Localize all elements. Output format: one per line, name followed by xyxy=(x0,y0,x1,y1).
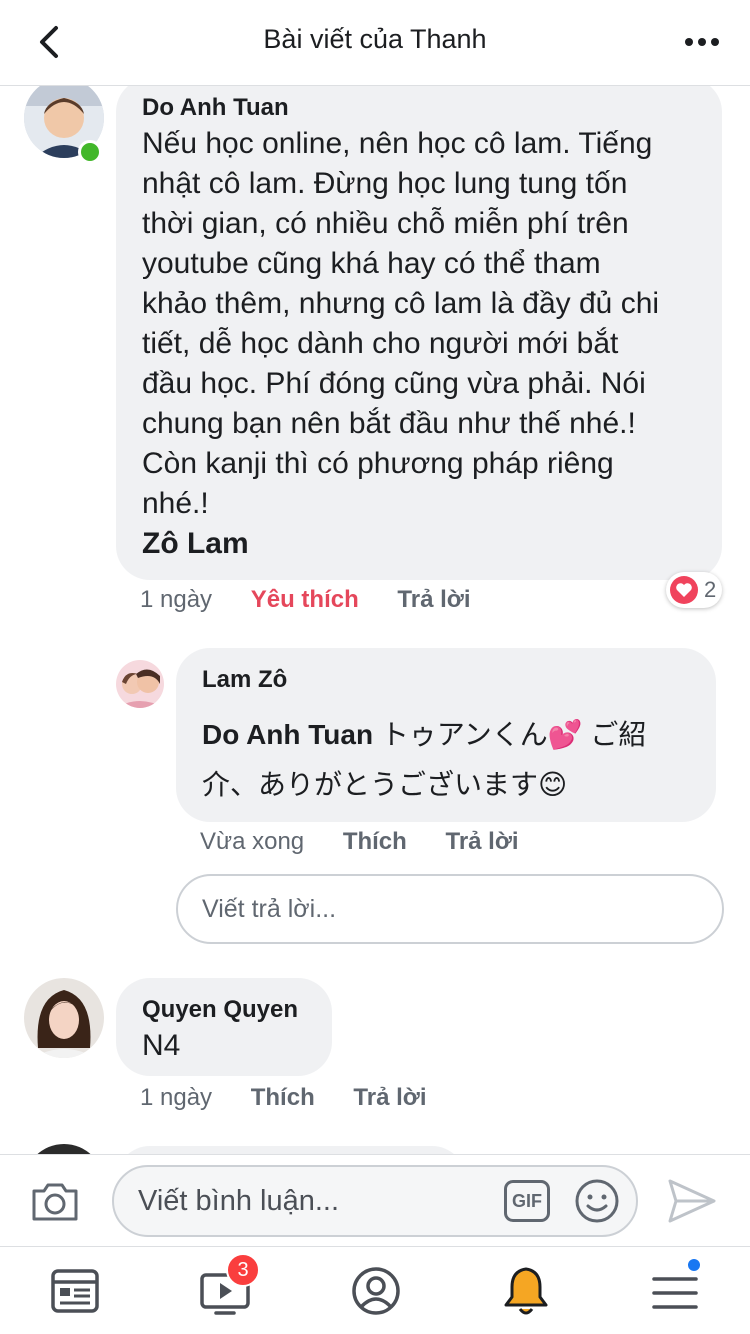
smiley-icon[interactable] xyxy=(574,1178,620,1224)
gif-button[interactable]: GIF xyxy=(504,1180,550,1222)
reply-button[interactable]: Trả lời xyxy=(397,586,470,613)
reaction-count[interactable]: 2 xyxy=(666,572,723,608)
bottom-tab-bar: 3 xyxy=(0,1246,750,1334)
comment-text: Nếu học online, nên học cô lam. Tiếng nh… xyxy=(142,124,712,564)
tab-notifications[interactable] xyxy=(498,1263,554,1319)
avatar-photo xyxy=(24,978,104,1058)
avatar[interactable] xyxy=(24,978,104,1058)
heart-icon xyxy=(670,576,698,604)
comment-bubble[interactable]: Quyen Quyen N4 xyxy=(116,978,332,1076)
comment-actions: 1 ngày Yêu thích Trả lời xyxy=(140,586,503,614)
camera-icon[interactable] xyxy=(30,1179,80,1223)
notification-badge: 3 xyxy=(226,1253,260,1287)
comment-time: 1 ngày xyxy=(140,1084,213,1111)
reply-actions: Vừa xong Thích Trả lời xyxy=(200,828,551,856)
comment-input[interactable]: Viết bình luận... GIF xyxy=(112,1165,638,1237)
reply-button[interactable]: Trả lời xyxy=(353,1084,426,1111)
new-indicator-dot xyxy=(686,1257,702,1273)
comment-author[interactable]: Quyen Quyen xyxy=(142,996,298,1024)
top-nav-bar: Bài viết của Thanh xyxy=(0,0,750,86)
avatar[interactable] xyxy=(116,660,164,708)
mention-link[interactable]: Do Anh Tuan xyxy=(202,719,373,750)
news-feed-icon xyxy=(51,1269,99,1313)
comment-composer: Viết bình luận... GIF xyxy=(0,1154,750,1246)
page-title: Bài viết của Thanh xyxy=(263,24,487,54)
reply-text: Do Anh Tuan トゥアンくん💕 ご紹 介、ありがとうございます😊 xyxy=(202,719,647,800)
online-status-dot xyxy=(78,140,102,164)
reply-bubble[interactable]: Lam Zô Do Anh Tuan トゥアンくん💕 ご紹 介、ありがとうござい… xyxy=(176,648,716,822)
tab-menu[interactable] xyxy=(648,1257,704,1319)
like-button[interactable]: Yêu thích xyxy=(251,586,359,613)
avatar[interactable] xyxy=(24,1144,104,1154)
notifications-icon xyxy=(504,1267,548,1315)
comment-author[interactable]: Do Anh Tuan xyxy=(142,94,289,122)
more-dots-icon[interactable] xyxy=(682,24,722,60)
comment-text: N4 xyxy=(142,1029,181,1062)
mention-link[interactable]: Zô Lam xyxy=(142,524,712,564)
reply-input[interactable]: Viết trả lời... xyxy=(176,874,724,944)
tab-watch[interactable]: 3 xyxy=(198,1253,260,1319)
tab-profile[interactable] xyxy=(348,1263,404,1319)
like-button[interactable]: Thích xyxy=(343,828,407,855)
comment-bubble[interactable]: Do Anh Tuan Nếu học online, nên học cô l… xyxy=(116,86,722,580)
comments-list: Do Anh Tuan Nếu học online, nên học cô l… xyxy=(0,86,750,1154)
tab-news-feed[interactable] xyxy=(48,1263,104,1319)
comment-actions: 1 ngày Thích Trả lời xyxy=(140,1084,459,1112)
like-button[interactable]: Thích xyxy=(251,1084,315,1111)
reply-author[interactable]: Lam Zô xyxy=(202,666,287,694)
comment-time: 1 ngày xyxy=(140,586,213,613)
reply-button[interactable]: Trả lời xyxy=(445,828,518,855)
avatar-photo xyxy=(116,660,164,708)
send-icon[interactable] xyxy=(666,1177,718,1225)
comment-bubble[interactable] xyxy=(116,1146,466,1154)
reply-time: Vừa xong xyxy=(200,828,305,855)
profile-icon xyxy=(352,1267,400,1315)
